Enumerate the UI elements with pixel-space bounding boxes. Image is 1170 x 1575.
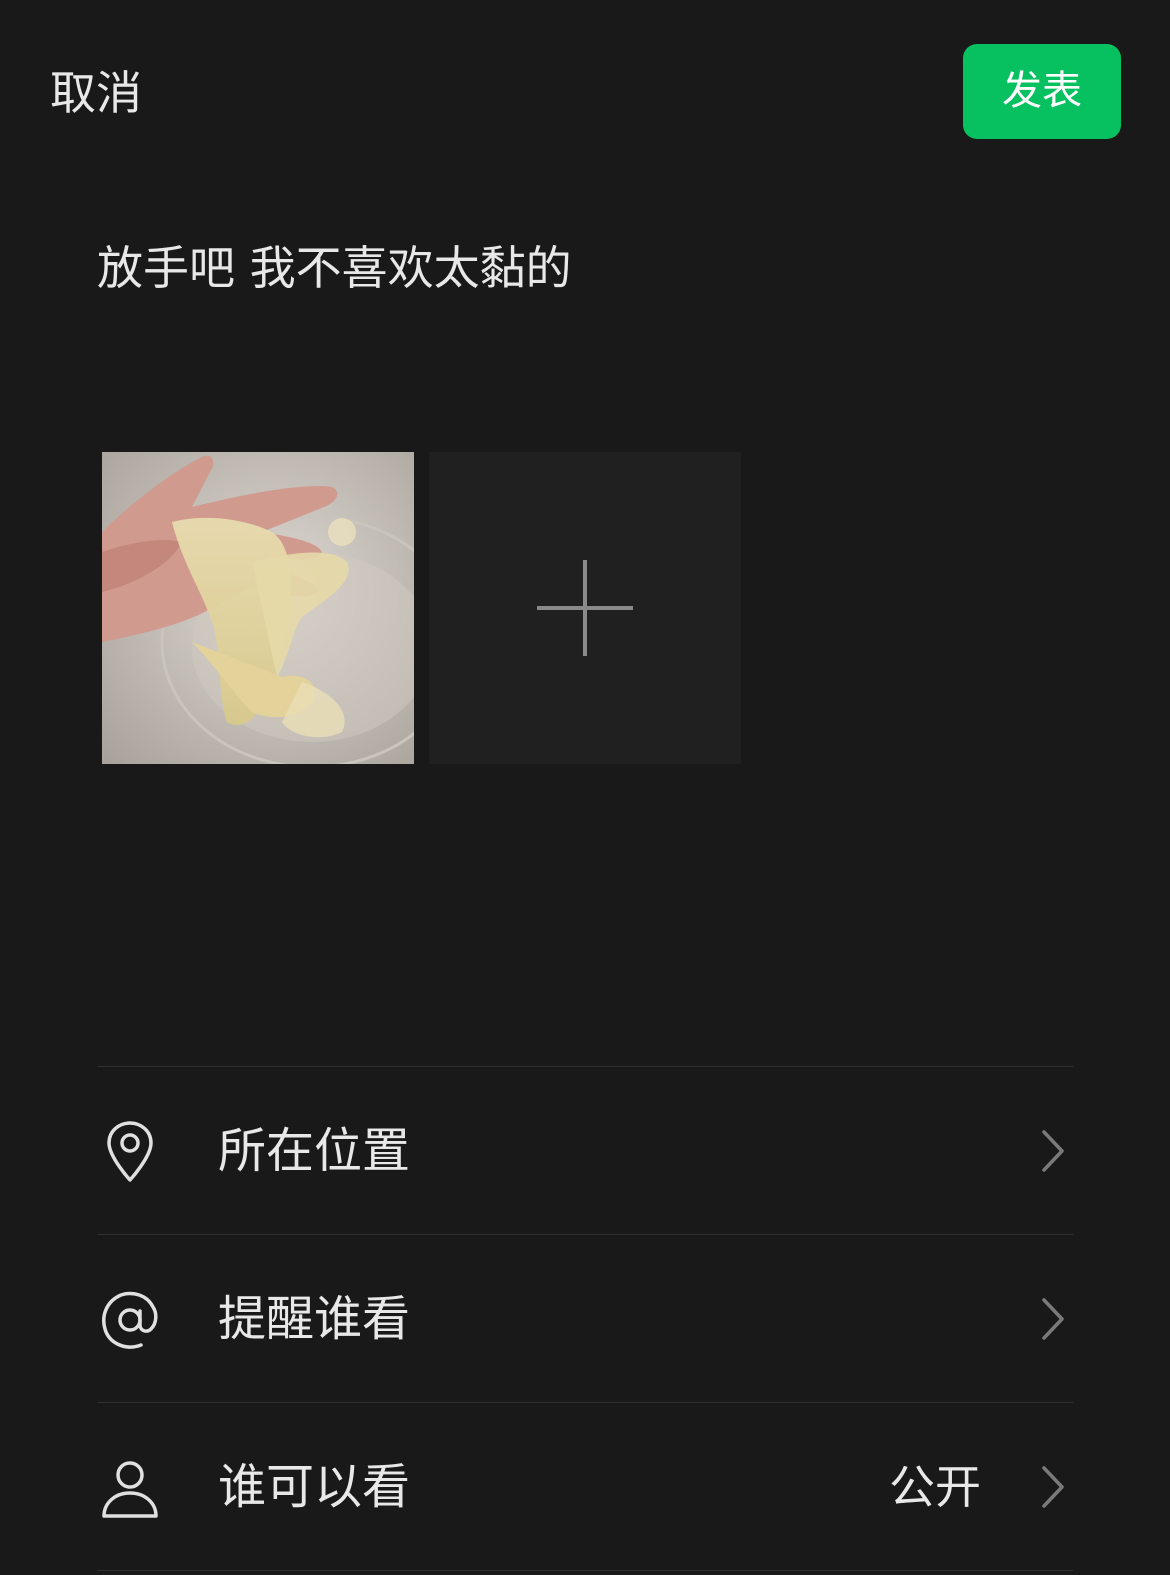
post-text-input[interactable]: 放手吧 我不喜欢太黏的: [97, 237, 1073, 299]
visibility-value: 公开: [889, 1460, 981, 1514]
chevron-right-icon: [1042, 1130, 1064, 1172]
publish-button[interactable]: 发表: [963, 44, 1121, 139]
option-location[interactable]: 所在位置: [97, 1067, 1073, 1234]
option-label: 所在位置: [218, 1123, 411, 1179]
option-mention[interactable]: 提醒谁看: [97, 1235, 1073, 1402]
add-photo-button[interactable]: [429, 452, 741, 764]
option-label: 谁可以看: [218, 1459, 411, 1515]
divider: [97, 1570, 1073, 1571]
plus-icon: [537, 560, 633, 656]
option-label: 提醒谁看: [218, 1291, 411, 1347]
location-pin-icon: [107, 1121, 153, 1182]
attached-photo[interactable]: [102, 452, 414, 764]
at-sign-icon: [102, 1291, 158, 1349]
photo-dough-hand: [102, 452, 414, 764]
person-icon: [102, 1461, 158, 1518]
chevron-right-icon: [1042, 1466, 1064, 1508]
cancel-button[interactable]: 取消: [50, 62, 142, 124]
option-visibility[interactable]: 谁可以看 公开: [97, 1403, 1073, 1570]
chevron-right-icon: [1042, 1298, 1064, 1340]
top-bar: 取消 发表: [0, 0, 1170, 140]
options-list: 所在位置 提醒谁看 谁可以看 公开: [97, 1066, 1073, 1571]
